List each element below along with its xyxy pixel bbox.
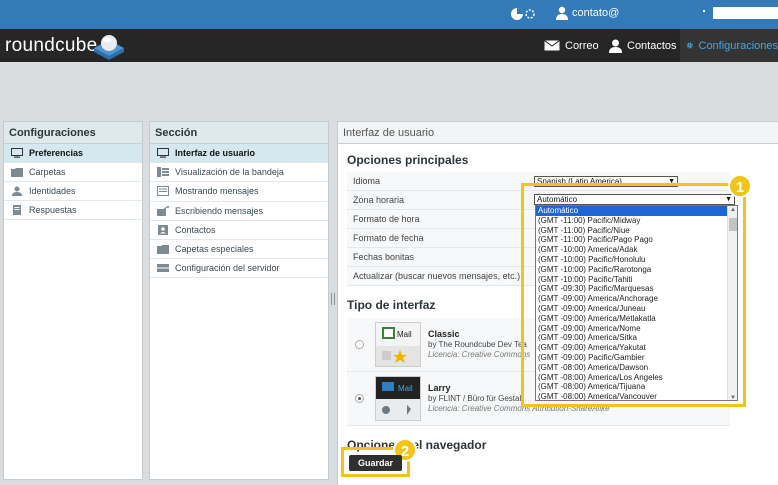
principal-options-heading: Opciones principales: [347, 153, 469, 167]
address-book-icon: [158, 224, 168, 235]
theme-name: Larry: [428, 383, 451, 393]
monitor-icon: [11, 148, 23, 158]
section-item-label: Interfaz de usuario: [175, 148, 256, 159]
section-item-mailbox-view[interactable]: Visualización de la bandeja: [150, 163, 328, 183]
top-search-input[interactable]: [713, 7, 778, 19]
thumb-mail-text: Mail: [398, 384, 413, 393]
classic-theme-preview-icon: Mail: [376, 323, 420, 366]
section-item-composing[interactable]: Escribiendo mensajes: [150, 202, 328, 221]
row-label: Idioma: [353, 176, 381, 186]
theme-author: by The Roundcube Dev Tea: [428, 340, 527, 349]
row-label: Fechas bonitas: [353, 252, 415, 262]
folder-icon: [11, 168, 23, 177]
theme-thumbnail: Mail: [375, 322, 421, 367]
message-view-icon: [157, 186, 169, 197]
section-item-label: Contactos: [175, 224, 216, 235]
nav-mail-label: Correo: [565, 39, 599, 52]
callout-highlight-timezone: [521, 183, 746, 407]
nav-settings[interactable]: Configuraciones: [680, 29, 778, 62]
larry-theme-preview-icon: Mail: [376, 377, 420, 420]
pie-chart-icon[interactable]: [510, 6, 536, 22]
section-item-displaying[interactable]: Mostrando mensajes: [150, 182, 328, 202]
section-panel-title: Sección: [150, 122, 328, 144]
compose-icon: [157, 205, 169, 216]
theme-thumbnail: Mail: [375, 376, 421, 421]
section-item-label: Mostrando mensajes: [175, 186, 259, 197]
user-icon: [12, 186, 22, 196]
logo-icon: [94, 35, 124, 60]
section-item-label: Capetas especiales: [175, 244, 254, 255]
user-account-label[interactable]: contato@: [572, 7, 619, 19]
gear-icon: [686, 42, 693, 49]
section-item-ui[interactable]: Interfaz de usuario: [150, 144, 328, 164]
section-item-contacts[interactable]: Contactos: [150, 221, 328, 240]
app-header: roundcube Correo Contactos Configuracion…: [0, 29, 778, 62]
settings-item-label: Respuestas: [29, 205, 77, 215]
row-label: Zona horaria: [353, 195, 405, 205]
row-label: Actualizar (buscar nuevos mensajes, etc.…: [353, 271, 521, 281]
theme-name: Classic: [428, 329, 460, 339]
interface-type-heading: Tipo de interfaz: [347, 298, 436, 312]
section-item-label: Escribiendo mensajes: [175, 205, 264, 216]
save-button[interactable]: Guardar: [349, 455, 402, 471]
settings-panel: Configuraciones Preferencias Carpetas Id…: [3, 121, 143, 480]
section-panel: Sección Interfaz de usuario Visualizació…: [149, 121, 329, 480]
folder-icon: [157, 245, 169, 255]
top-bar: contato@: [0, 0, 778, 29]
user-icon: [609, 39, 622, 53]
settings-item-responses[interactable]: Respuestas: [4, 201, 142, 220]
settings-item-label: Carpetas: [29, 167, 66, 177]
settings-item-label: Identidades: [29, 186, 76, 196]
user-icon: [556, 6, 568, 20]
nav-contacts[interactable]: Contactos: [609, 29, 677, 62]
logo-text: roundcube: [5, 35, 98, 56]
section-item-special-folders[interactable]: Capetas especiales: [150, 240, 328, 260]
settings-item-folders[interactable]: Carpetas: [4, 163, 142, 182]
theme-radio[interactable]: [355, 394, 364, 403]
nav-settings-label: Configuraciones: [698, 39, 778, 52]
theme-license: Licencia: Creative Commons: [428, 350, 531, 359]
settings-item-preferences[interactable]: Preferencias: [4, 144, 142, 163]
section-item-server[interactable]: Configuración del servidor: [150, 259, 328, 279]
nav-mail[interactable]: Correo: [544, 29, 599, 62]
section-item-label: Configuración del servidor: [175, 263, 280, 274]
content-panel-title: Interfaz de usuario: [338, 122, 778, 144]
theme-radio[interactable]: [355, 340, 364, 349]
list-view-icon: [157, 167, 169, 178]
settings-panel-title: Configuraciones: [4, 122, 142, 144]
settings-item-identities[interactable]: Identidades: [4, 182, 142, 201]
thumb-mail-text: Mail: [397, 330, 412, 339]
theme-author: by FLINT / Büro für Gestalt: [428, 394, 524, 403]
envelope-icon: [544, 40, 560, 51]
monitor-icon: [157, 148, 169, 158]
separator-dot: [703, 10, 705, 12]
nav-contacts-label: Contactos: [627, 39, 677, 52]
document-icon: [13, 205, 21, 215]
settings-item-label: Preferencias: [29, 148, 84, 158]
row-label: Formato de hora: [353, 214, 420, 224]
server-icon: [157, 264, 169, 273]
section-item-label: Visualización de la bandeja: [175, 167, 284, 178]
callout-badge-1: 1: [728, 174, 752, 198]
row-label: Formato de fecha: [353, 233, 424, 243]
panel-splitter[interactable]: [331, 293, 335, 305]
